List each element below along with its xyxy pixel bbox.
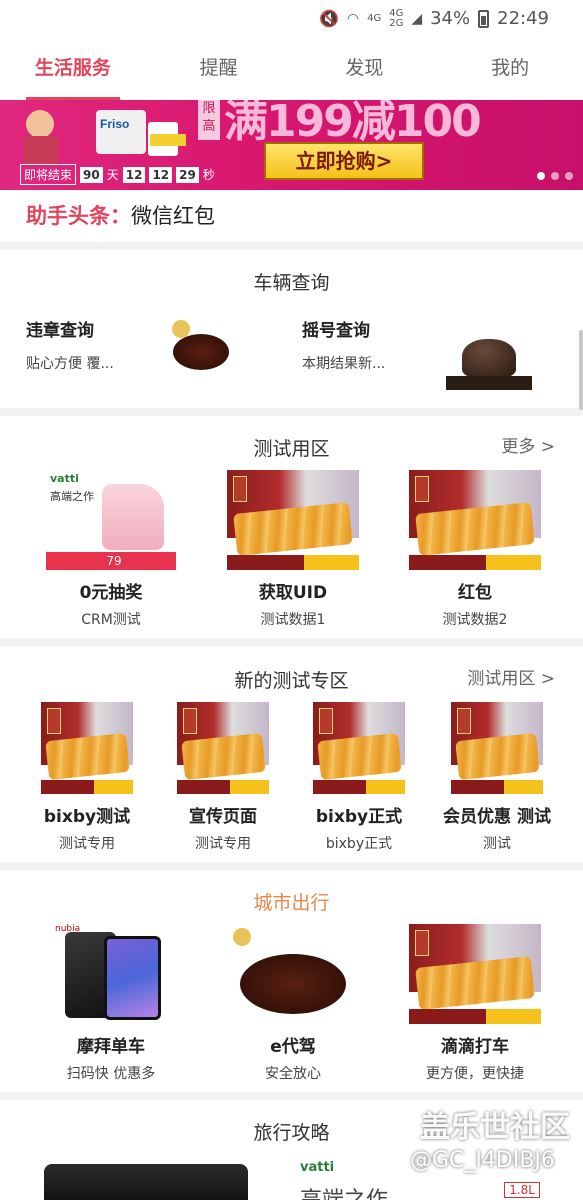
- grid-item-member-discount[interactable]: 会员优惠 测试 测试: [436, 702, 558, 853]
- item-title: 宣传页面: [189, 807, 257, 827]
- scrollbar[interactable]: [579, 330, 583, 410]
- section-title: 车辆查询: [253, 272, 330, 294]
- biscuit-image: [409, 924, 541, 1024]
- biscuit-image: [313, 702, 405, 794]
- grid-item-e-driver[interactable]: e代驾 安全放心: [226, 924, 360, 1083]
- grid-item-didi[interactable]: 滴滴打车 更方便，更快捷: [408, 924, 542, 1083]
- grid-item-bixby-official[interactable]: bixby正式 bixby正式: [300, 702, 418, 853]
- baby-products-image: Friso: [24, 110, 186, 164]
- timer-minutes: 12: [149, 166, 173, 183]
- section-title: 测试用区: [253, 438, 330, 460]
- item-title: 红包: [458, 583, 492, 603]
- tab-life-services[interactable]: 生活服务: [0, 38, 146, 100]
- timer-hours: 12: [122, 166, 146, 183]
- banner-side-tag: 限高: [198, 100, 220, 140]
- tab-mine[interactable]: 我的: [437, 38, 583, 100]
- mute-icon: 🔇: [318, 9, 339, 28]
- biscuit-image: [177, 702, 269, 794]
- kettle-image: vatti 高端之作 79: [46, 470, 176, 570]
- biscuit-image: [409, 470, 541, 570]
- headline-text: 微信红包: [131, 204, 215, 228]
- grid-item-bixby-test[interactable]: bixby测试 测试专用: [28, 702, 146, 853]
- item-title: 摇号查询: [302, 321, 370, 341]
- chevron-right-icon: >: [540, 669, 555, 689]
- more-link[interactable]: 更多 >: [501, 432, 555, 457]
- tab-reminders[interactable]: 提醒: [146, 38, 292, 100]
- grid-item-red-packet[interactable]: 红包 测试数据2: [408, 470, 542, 629]
- grid-item-lottery[interactable]: vatti 高端之作 79 0元抽奖 CRM测试: [44, 470, 178, 629]
- clock: 22:49: [497, 8, 549, 29]
- carousel-dot[interactable]: [551, 172, 559, 180]
- phone-image: nubia: [51, 924, 171, 1024]
- snack-image: [227, 924, 359, 1024]
- battery-percent: 34%: [430, 8, 471, 29]
- item-subtitle: 测试: [483, 836, 511, 852]
- watermark-community: 盖乐世社区: [420, 1110, 570, 1145]
- violation-query[interactable]: 违章查询 贴心方便 覆...: [26, 316, 114, 373]
- item-subtitle: 测试专用: [59, 836, 115, 852]
- more-link[interactable]: 测试用区 >: [467, 664, 555, 689]
- carousel-dot[interactable]: [565, 172, 573, 180]
- carousel-dots: [537, 172, 573, 180]
- new-test-section: 新的测试专区 测试用区 > bixby测试 测试专用 宣传页面 测试专用 bix…: [0, 646, 583, 862]
- test-area-section: 测试用区 更多 > vatti 高端之作 79 0元抽奖 CRM测试 获取UID…: [0, 416, 583, 638]
- grid-item-mobike[interactable]: nubia 摩拜单车 扫码快 优惠多: [44, 924, 178, 1083]
- item-subtitle: 测试数据2: [442, 612, 508, 628]
- battery-icon: [478, 9, 490, 28]
- network-label: 4G: [367, 12, 382, 24]
- biscuit-image: [451, 702, 543, 794]
- grid-item-promo-page[interactable]: 宣传页面 测试专用: [164, 702, 282, 853]
- item-subtitle: 测试数据1: [260, 612, 326, 628]
- snack-image: [166, 316, 236, 376]
- item-subtitle: 贴心方便 覆...: [26, 356, 114, 372]
- item-subtitle: 扫码快 优惠多: [66, 1066, 156, 1082]
- chevron-right-icon: >: [540, 437, 555, 457]
- network-label-2: 4G 2G: [389, 7, 404, 29]
- item-title: e代驾: [270, 1037, 316, 1057]
- timer-sec-unit: 秒: [202, 168, 215, 182]
- timer-prefix: 即将结束: [20, 164, 77, 185]
- top-tabs: 生活服务 提醒 发现 我的: [0, 38, 583, 100]
- item-title: 摩拜单车: [77, 1037, 145, 1057]
- carousel-dot[interactable]: [537, 172, 545, 180]
- item-title: 会员优惠 测试: [443, 807, 551, 827]
- item-title: 0元抽奖: [79, 583, 143, 603]
- headline-label: 助手头条：: [26, 204, 131, 228]
- watermark-user: @GC_I4DIBJ6: [410, 1148, 555, 1173]
- banner-headline: 满199减100: [224, 100, 482, 147]
- timer-day-unit: 天: [106, 168, 119, 182]
- item-title: bixby正式: [315, 807, 403, 827]
- status-bar: 🔇 ◠ 4G 4G 2G ◢ 34% 22:49: [0, 0, 583, 38]
- statue-image: [440, 328, 538, 394]
- grid-item-get-uid[interactable]: 获取UID 测试数据1: [226, 470, 360, 629]
- seal-icon: [233, 928, 251, 946]
- item-subtitle: CRM测试: [81, 612, 141, 628]
- timer-days: 90: [80, 166, 103, 183]
- countdown-timer: 即将结束 90 天 12 12 29 秒: [20, 164, 215, 185]
- phone-image: [44, 1164, 248, 1200]
- vehicle-section: 车辆查询 违章查询 贴心方便 覆... 摇号查询 本期结果新...: [0, 250, 583, 408]
- buy-now-button[interactable]: 立即抢购>: [264, 142, 424, 180]
- tab-discover[interactable]: 发现: [292, 38, 438, 100]
- assistant-headline[interactable]: 助手头条：微信红包: [0, 190, 583, 242]
- timer-seconds: 29: [176, 166, 199, 183]
- signal-icon: ◢: [411, 10, 423, 27]
- promo-banner[interactable]: Friso 限高 满199减100 立即抢购> 即将结束 90 天 12 12 …: [0, 100, 583, 190]
- friso-label: Friso: [100, 117, 129, 131]
- item-subtitle: 本期结果新...: [302, 356, 386, 372]
- item-title: 获取UID: [258, 583, 328, 603]
- wifi-icon: ◠: [346, 10, 360, 27]
- item-subtitle: 安全放心: [265, 1066, 321, 1082]
- item-title: bixby测试: [43, 807, 131, 827]
- section-title: 城市出行: [253, 892, 330, 914]
- biscuit-image: [41, 702, 133, 794]
- item-title: 滴滴打车: [441, 1037, 509, 1057]
- item-subtitle: bixby正式: [325, 836, 393, 852]
- city-travel-section: 城市出行 nubia 摩拜单车 扫码快 优惠多 e代驾 安全放心 滴滴打车 更方…: [0, 870, 583, 1092]
- biscuit-image: [227, 470, 359, 570]
- item-subtitle: 测试专用: [195, 836, 251, 852]
- item-title: 违章查询: [26, 321, 94, 341]
- lottery-query[interactable]: 摇号查询 本期结果新...: [302, 316, 385, 373]
- item-subtitle: 更方便，更快捷: [426, 1066, 524, 1082]
